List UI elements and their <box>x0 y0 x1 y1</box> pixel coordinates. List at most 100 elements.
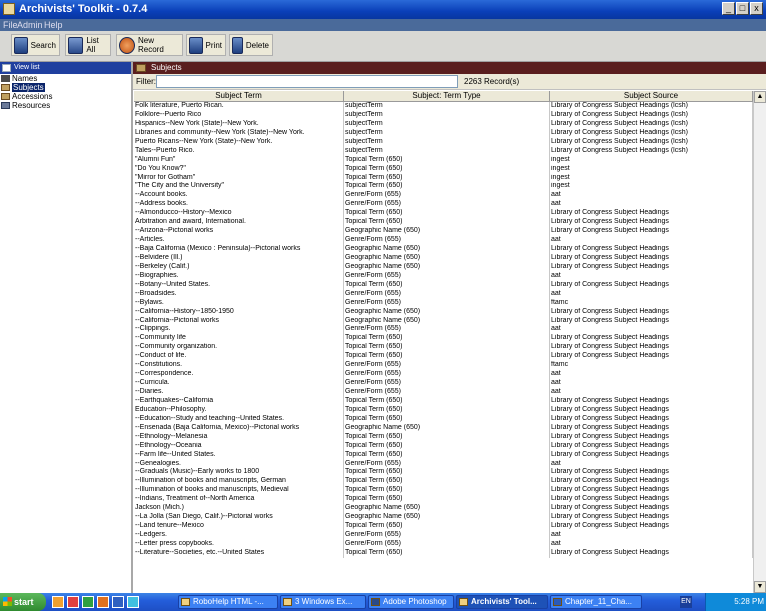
quicklaunch-excel-icon[interactable] <box>82 596 94 608</box>
table-row[interactable]: "Do You Know?" Topical Term (650) ingest <box>134 164 753 174</box>
nav-item-subjects[interactable]: Subjects <box>0 83 131 92</box>
task-archivists-toolkit[interactable]: Archivists' Tool... <box>456 595 548 609</box>
table-row[interactable]: --Conduct of life. Topical Term (650) Libr… <box>134 352 753 362</box>
table-row[interactable]: --Curricula. Genre/Form (655) aat <box>134 379 753 388</box>
task-robohelp[interactable]: RoboHelp HTML -... <box>178 595 278 609</box>
cell-subject-source: Library of Congress Subject Headings <box>550 450 753 460</box>
cell-subject-term: "Do You Know?" <box>134 164 344 174</box>
table-row[interactable]: --Earthquakes--California Topical Term (6… <box>134 396 753 406</box>
table-row[interactable]: --Account books. Genre/Form (655) aat <box>134 191 753 201</box>
accessions-icon <box>1 93 10 100</box>
quicklaunch-browser-icon[interactable] <box>127 596 139 608</box>
table-row[interactable]: --Letter press copybooks. Genre/Form (655… <box>134 539 753 549</box>
quicklaunch-powerpoint-icon[interactable] <box>97 596 109 608</box>
table-row[interactable]: --Address books. Genre/Form (655) aat <box>134 200 753 210</box>
column-header-subject-term[interactable]: Subject Term <box>134 91 344 101</box>
table-row[interactable]: --Broadsides. Genre/Form (655) aat <box>134 289 753 299</box>
maximize-button[interactable]: □ <box>736 2 749 15</box>
table-row[interactable]: Folk literature, Puerto Rican. subjectTer… <box>134 102 753 111</box>
table-row[interactable]: --Land tenure--Mexico Topical Term (650) L… <box>134 522 753 531</box>
quicklaunch-acrobat-icon[interactable] <box>67 596 79 608</box>
table-row[interactable]: --Graduals (Music)--Early works to 1800 T… <box>134 468 753 478</box>
menu-file[interactable]: File <box>3 20 18 30</box>
list-all-button[interactable]: List All <box>65 34 111 56</box>
table-row[interactable]: --Correspondence. Genre/Form (655) aat <box>134 370 753 380</box>
table-row[interactable]: --Genealogies. Genre/Form (655) aat <box>134 459 753 469</box>
table-row[interactable]: --Community organization. Topical Term (6… <box>134 343 753 353</box>
quicklaunch-explorer-icon[interactable] <box>52 596 64 608</box>
table-row[interactable]: Arbitration and award, International. Top… <box>134 218 753 228</box>
new-record-button[interactable]: New Record <box>116 34 183 56</box>
cell-subject-term: --Community life <box>134 334 344 344</box>
table-row[interactable]: --Belvidere (Ill.) Geographic Name (650) L… <box>134 253 753 263</box>
table-row[interactable]: --Illumination of books and manuscripts,… <box>134 486 753 496</box>
table-row[interactable]: --Ethnology--Oceania Topical Term (650) Li… <box>134 441 753 451</box>
table-row[interactable]: --Literature--Societies, etc.--United St… <box>134 548 753 558</box>
task-word-document[interactable]: Chapter_11_Cha... <box>550 595 642 609</box>
cell-subject-source: Library of Congress Subject Headings (lc… <box>550 102 753 111</box>
menu-admin[interactable]: Admin <box>17 20 43 30</box>
clock: 5:28 PM <box>734 597 764 606</box>
table-row[interactable]: --Arizona--Pictorial works Geographic Nam… <box>134 227 753 237</box>
table-row[interactable]: Libraries and community--New York (State… <box>134 128 753 138</box>
table-row[interactable]: --Almonducco--History--Mexico Topical Ter… <box>134 209 753 219</box>
nav-item-resources[interactable]: Resources <box>0 101 131 110</box>
print-label: Print <box>205 40 222 50</box>
nav-item-names[interactable]: Names <box>0 74 131 83</box>
nav-item-accessions[interactable]: Accessions <box>0 92 131 101</box>
table-row[interactable]: --Clippings. Genre/Form (655) aat <box>134 325 753 335</box>
cell-subject-term: --La Jolla (San Diego, Calif.)--Pictoria… <box>134 513 344 523</box>
table-row[interactable]: --Biographies. Genre/Form (655) aat <box>134 271 753 281</box>
print-button[interactable]: Print <box>186 34 226 56</box>
list-all-label: List All <box>86 36 99 54</box>
subjects-table: Subject Term Subject: Term Type Subject … <box>134 91 753 558</box>
table-row[interactable]: Puerto Ricans--New York (State)--New Yor… <box>134 137 753 147</box>
table-row[interactable]: --Indians, Treatment of--North America To… <box>134 495 753 505</box>
search-button[interactable]: Search <box>11 34 60 56</box>
table-row[interactable]: Hispanics--New York (State)--New York. su… <box>134 119 753 129</box>
column-header-term-type[interactable]: Subject: Term Type <box>344 91 550 101</box>
close-button[interactable]: x <box>750 2 763 15</box>
table-row[interactable]: --Berkeley (Calif.) Geographic Name (650)… <box>134 262 753 272</box>
table-row[interactable]: --Ledgers. Genre/Form (655) aat <box>134 531 753 540</box>
filter-input[interactable] <box>156 75 458 88</box>
table-row[interactable]: --Education--Study and teaching--United … <box>134 414 753 424</box>
vertical-scrollbar[interactable]: ▲ ▼ <box>753 91 766 593</box>
column-header-subject-source[interactable]: Subject Source <box>550 91 753 101</box>
cell-term-type: Geographic Name (650) <box>344 316 550 326</box>
table-row[interactable]: --Bylaws. Genre/Form (655) ftamc <box>134 298 753 308</box>
table-row[interactable]: --Constitutions. Genre/Form (655) ftamc <box>134 361 753 371</box>
table-row[interactable]: --Botany--United States. Topical Term (65… <box>134 280 753 290</box>
menu-help[interactable]: Help <box>44 20 63 30</box>
folder-icon <box>283 598 292 606</box>
table-row[interactable]: --Illumination of books and manuscripts,… <box>134 477 753 487</box>
table-row[interactable]: --Ethnology--Melanesia Topical Term (650)… <box>134 432 753 442</box>
table-row[interactable]: --Articles. Genre/Form (655) aat <box>134 236 753 245</box>
quicklaunch-word-icon[interactable] <box>112 596 124 608</box>
scroll-down-arrow[interactable]: ▼ <box>754 581 766 593</box>
task-windows-explorer[interactable]: 3 Windows Ex... <box>280 595 366 609</box>
table-row[interactable]: --Baja California (Mexico : Peninsula)--… <box>134 245 753 254</box>
table-row[interactable]: Jackson (Mich.) Geographic Name (650) Libr… <box>134 504 753 514</box>
table-row[interactable]: --California--Pictorial works Geographic … <box>134 316 753 326</box>
table-row[interactable]: Folklore--Puerto Rico subjectTerm Library … <box>134 110 753 120</box>
cell-subject-term: --Illumination of books and manuscripts,… <box>134 486 344 496</box>
table-row[interactable]: Tales--Puerto Rico. subjectTerm Library of… <box>134 146 753 156</box>
table-row[interactable]: --Diaries. Genre/Form (655) aat <box>134 388 753 397</box>
scroll-up-arrow[interactable]: ▲ <box>754 91 766 103</box>
table-row[interactable]: Education--Philosophy. Topical Term (650)… <box>134 405 753 415</box>
table-row[interactable]: "Mirror for Gotham" Topical Term (650) ing… <box>134 173 753 183</box>
table-row[interactable]: "Alumni Fun" Topical Term (650) ingest <box>134 155 753 165</box>
table-row[interactable]: --La Jolla (San Diego, Calif.)--Pictoria… <box>134 513 753 523</box>
table-row[interactable]: --Farm life--United States. Topical Term … <box>134 450 753 460</box>
table-row[interactable]: --Community life Topical Term (650) Librar… <box>134 334 753 344</box>
table-row[interactable]: --California--History--1850-1950 Geograph… <box>134 307 753 317</box>
table-row[interactable]: --Ensenada (Baja California, Mexico)--Pi… <box>134 423 753 433</box>
task-photoshop[interactable]: Adobe Photoshop <box>368 595 454 609</box>
delete-button[interactable]: Delete <box>229 34 273 56</box>
language-indicator[interactable]: EN <box>680 596 692 608</box>
start-button[interactable]: start <box>0 593 46 611</box>
cell-subject-source: Library of Congress Subject Headings <box>550 414 753 424</box>
table-row[interactable]: "The City and the University" Topical Ter… <box>134 182 753 192</box>
minimize-button[interactable]: _ <box>722 2 735 15</box>
